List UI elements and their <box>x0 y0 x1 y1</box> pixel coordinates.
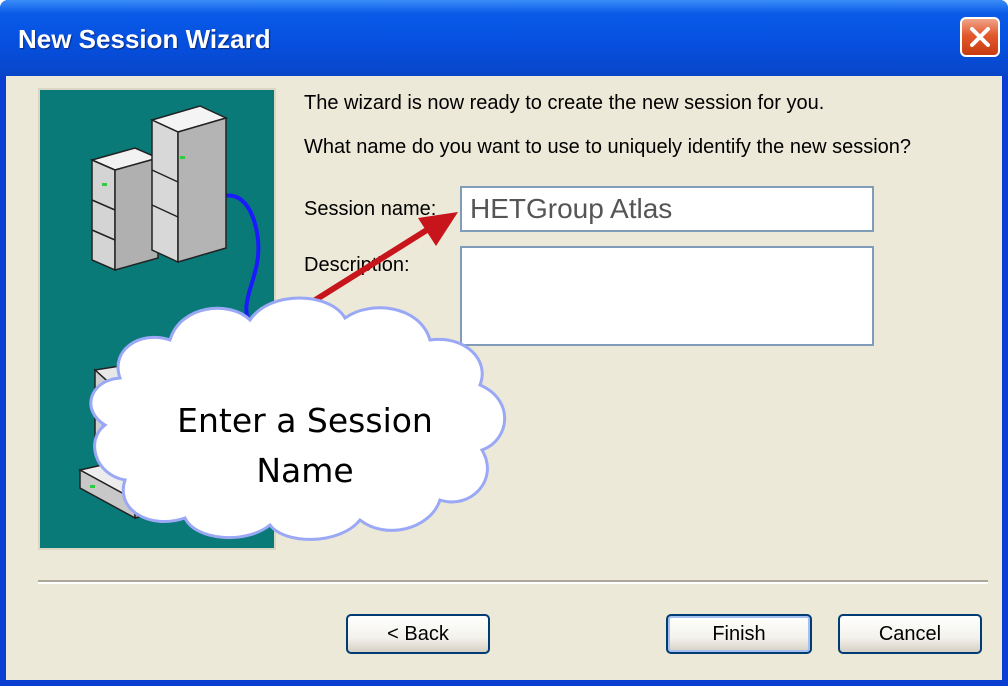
button-separator <box>38 580 988 584</box>
server-tall-icon <box>149 105 229 264</box>
wizard-body: The wizard is now ready to create the ne… <box>6 76 1002 680</box>
close-icon <box>970 27 990 47</box>
session-name-label: Session name: <box>304 198 437 220</box>
callout-line-1: Enter a Session <box>177 401 433 440</box>
back-button[interactable]: < Back <box>346 614 490 654</box>
callout-line-2: Name <box>256 451 354 490</box>
description-label: Description: <box>304 254 410 276</box>
window-title: New Session Wizard <box>18 24 271 54</box>
session-name-value: HETGroup Atlas <box>470 193 673 224</box>
server-small-icon <box>89 147 161 272</box>
question-text: What name do you want to use to uniquely… <box>304 136 912 158</box>
description-input[interactable] <box>460 246 874 346</box>
wizard-window: New Session Wizard The wizard is now rea… <box>0 0 1008 686</box>
intro-text: The wizard is now ready to create the ne… <box>304 92 825 114</box>
finish-button[interactable]: Finish <box>666 614 812 654</box>
session-name-input[interactable]: HETGroup Atlas <box>460 186 874 232</box>
title-bar[interactable]: New Session Wizard <box>0 0 1008 76</box>
close-button[interactable] <box>960 17 1000 57</box>
cancel-button[interactable]: Cancel <box>838 614 982 654</box>
callout-text: Enter a Session Name <box>140 396 470 496</box>
